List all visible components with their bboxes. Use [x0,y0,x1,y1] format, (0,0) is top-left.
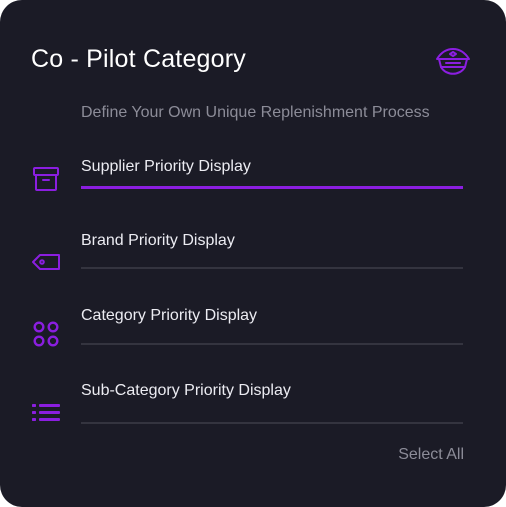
option-label: Sub-Category Priority Display [81,382,291,399]
option-label: Supplier Priority Display [81,158,251,175]
option-sub-category-priority-display[interactable]: Sub-Category Priority Display [31,380,464,440]
select-all-button[interactable]: Select All [380,444,464,466]
option-underline [81,422,463,424]
option-category-priority-display[interactable]: Category Priority Display [31,305,464,365]
card-header: Co - Pilot Category [31,42,475,82]
option-underline [81,186,463,189]
option-supplier-priority-display[interactable]: Supplier Priority Display [31,156,464,216]
grid-circles-icon [33,321,59,347]
option-underline [81,267,463,269]
box-icon [33,167,59,191]
pilot-cap-icon [436,48,470,75]
card-subtitle: Define Your Own Unique Replenishment Pro… [81,104,430,121]
option-label: Brand Priority Display [81,232,235,249]
option-brand-priority-display[interactable]: Brand Priority Display [31,230,464,290]
tag-icon [32,254,60,270]
option-label: Category Priority Display [81,307,258,324]
copilot-category-card: Co - Pilot Category Define Your Own Uniq… [0,0,506,507]
card-title: Co - Pilot Category [31,45,246,73]
list-icon [32,404,60,421]
option-underline [81,343,463,345]
